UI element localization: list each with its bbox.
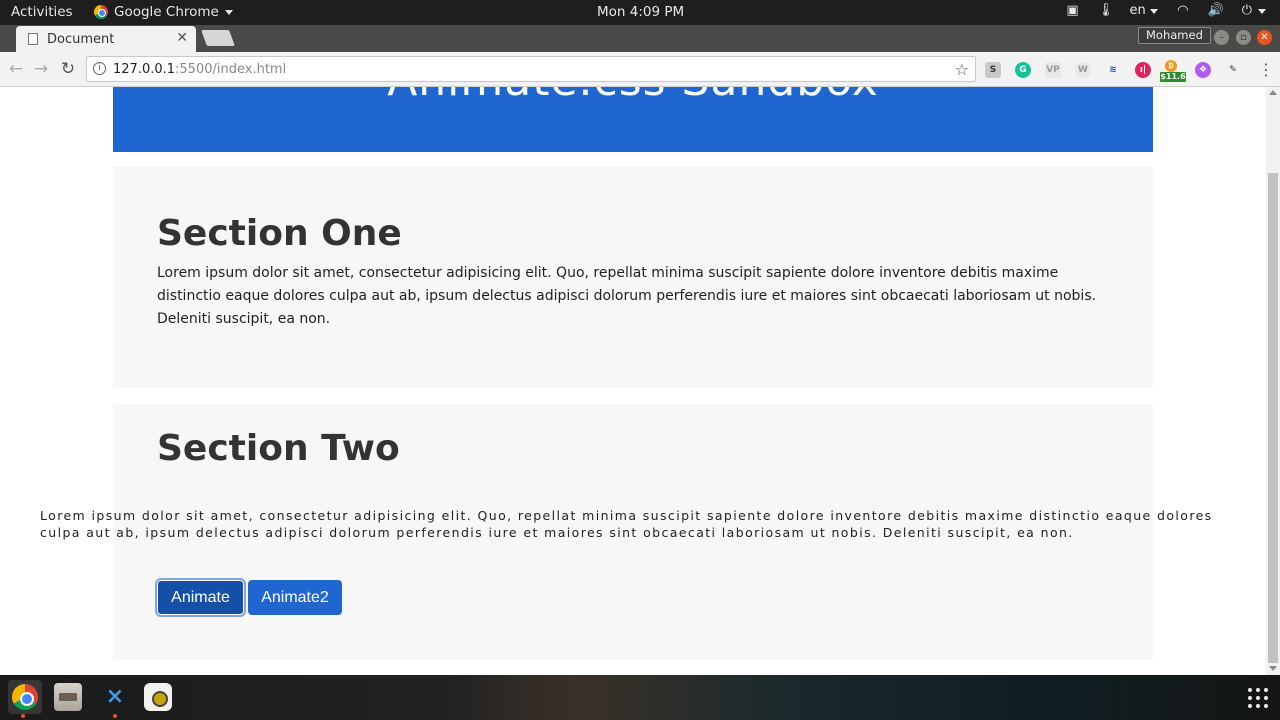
page-scrollbar[interactable]	[1266, 87, 1280, 675]
info-icon[interactable]: i	[93, 62, 106, 75]
section-one-heading: Section One	[157, 213, 402, 254]
browser-menu-icon[interactable]: ⋮	[1258, 60, 1274, 79]
scroll-up-icon[interactable]	[1269, 90, 1277, 95]
files-dock-icon[interactable]	[54, 683, 82, 711]
browser-toolbar: ← → ↻ i 127.0.0.1:5500/index.html ☆ S G …	[0, 52, 1280, 87]
running-indicator	[21, 714, 25, 718]
show-applications-icon[interactable]	[1248, 688, 1268, 708]
thermometer-icon[interactable]: 🌡	[1097, 3, 1114, 18]
page-header: Animate.css Sandbox	[113, 87, 1153, 152]
scroll-down-icon[interactable]	[1269, 666, 1277, 671]
address-bar[interactable]: i 127.0.0.1:5500/index.html ☆	[86, 56, 976, 82]
section-one: Section One Lorem ipsum dolor sit amet, …	[113, 167, 1153, 388]
back-button[interactable]: ←	[6, 59, 26, 79]
grammarly-icon[interactable]: G	[1015, 62, 1031, 78]
chevron-down-icon	[1258, 9, 1266, 14]
close-tab-icon[interactable]: ✕	[176, 30, 188, 46]
url-text: 127.0.0.1:5500/index.html	[113, 62, 286, 77]
app-menu[interactable]: Google Chrome	[94, 4, 233, 20]
price-badge[interactable]: $11.6	[1160, 72, 1186, 82]
tab-strip: Document ✕ Mohamed – ▫ ✕	[0, 25, 1280, 52]
app-menu-label: Google Chrome	[114, 4, 219, 20]
activities-button[interactable]: Activities	[11, 4, 73, 20]
gnome-top-bar: Activities Google Chrome Mon 4:09 PM ▣ 🌡…	[0, 0, 1280, 25]
wordpress-icon[interactable]: W	[1075, 62, 1091, 78]
chrome-logo-icon	[12, 684, 38, 710]
page-viewport: Animate.css Sandbox Section One Lorem ip…	[0, 87, 1266, 675]
chrome-dock-icon[interactable]	[8, 680, 42, 714]
language-label: en	[1129, 3, 1146, 18]
new-tab-button[interactable]	[201, 30, 235, 46]
extension-purple-icon[interactable]: ❖	[1195, 62, 1211, 78]
forward-button[interactable]: →	[31, 59, 51, 79]
scrollbar-thumb[interactable]	[1268, 173, 1278, 663]
tab-document[interactable]: Document ✕	[16, 26, 196, 52]
section-two-body: Lorem ipsum dolor sit amet, consectetur …	[40, 508, 1213, 540]
clock[interactable]: Mon 4:09 PM	[597, 4, 684, 20]
steem-icon[interactable]: ≋	[1105, 62, 1121, 78]
minimize-button[interactable]: –	[1214, 30, 1229, 45]
dock: ⨯	[0, 675, 1280, 720]
rhythmbox-dock-icon[interactable]	[144, 683, 172, 711]
animate-button[interactable]: Animate	[157, 580, 244, 615]
document-icon	[28, 33, 38, 45]
vscode-dock-icon[interactable]: ⨯	[101, 683, 129, 711]
wifi-icon[interactable]: ◠	[1176, 3, 1190, 18]
page-title: Animate.css Sandbox	[113, 87, 1153, 106]
power-icon: ⏻	[1241, 3, 1252, 18]
eyedropper-icon[interactable]: ✎	[1225, 62, 1241, 78]
url-path: :5500/index.html	[175, 62, 287, 77]
close-window-button[interactable]: ✕	[1257, 30, 1272, 45]
chrome-icon	[94, 5, 108, 19]
section-one-body: Lorem ipsum dolor sit amet, consectetur …	[157, 265, 1097, 327]
chevron-down-icon	[224, 9, 233, 15]
maximize-button[interactable]: ▫	[1236, 30, 1251, 45]
chevron-down-icon	[1149, 9, 1158, 14]
clipboard-icon[interactable]: ▣	[1065, 3, 1079, 18]
system-tray: ▣ 🌡 en ◠ 🔊 ⏻	[1065, 3, 1266, 18]
running-indicator	[113, 714, 117, 718]
bitcoin-icon: ₿	[1165, 60, 1177, 72]
section-two-heading: Section Two	[157, 428, 400, 469]
extension-s-icon[interactable]: S	[985, 62, 1001, 78]
extension-vp-icon[interactable]: VP	[1045, 62, 1061, 78]
url-host: 127.0.0.1	[113, 62, 176, 77]
profile-button[interactable]: Mohamed	[1138, 27, 1211, 44]
bookmark-star-icon[interactable]: ☆	[955, 60, 969, 79]
reload-button[interactable]: ↻	[58, 59, 78, 79]
power-menu[interactable]: ⏻	[1240, 3, 1266, 18]
language-selector[interactable]: en	[1129, 3, 1158, 18]
volume-icon[interactable]: 🔊	[1208, 3, 1224, 18]
animate2-button[interactable]: Animate2	[248, 580, 342, 615]
tab-title: Document	[47, 31, 115, 47]
extension-chart-icon[interactable]: ı|	[1135, 62, 1151, 78]
